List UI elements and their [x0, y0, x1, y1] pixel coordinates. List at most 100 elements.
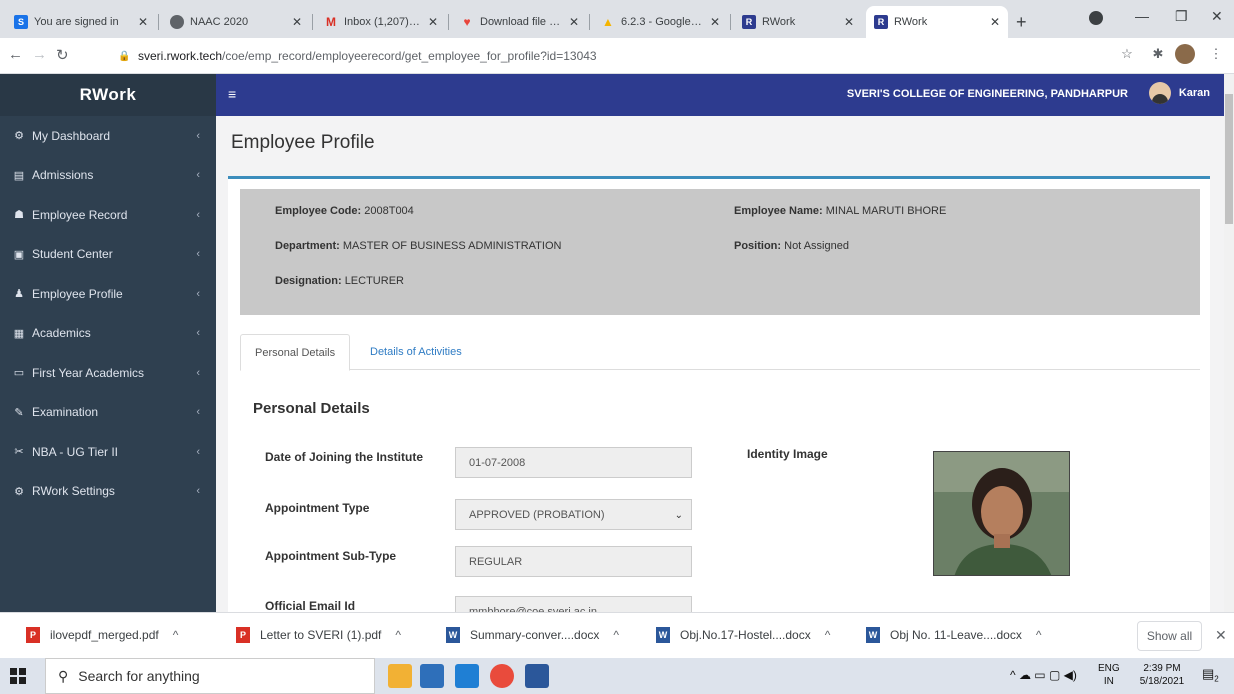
download-item[interactable]: Pilovepdf_merged.pdf ^ [26, 627, 178, 643]
chevron-left-icon: ‹ [196, 445, 200, 458]
download-item[interactable]: W Obj.No.17-Hostel....docx ^ [656, 627, 830, 643]
close-icon[interactable]: ✕ [428, 15, 438, 29]
chrome-icon[interactable] [490, 664, 514, 688]
browser-tab[interactable]: R RWork ✕ [734, 6, 862, 38]
tab-details-of-activities[interactable]: Details of Activities [356, 334, 476, 371]
clock[interactable]: 2:39 PM 5/18/2021 [1136, 662, 1188, 688]
browser-tab[interactable]: NAAC 2020 ✕ [162, 6, 310, 38]
sidebar-item-rwork-settings[interactable]: ⚙ RWork Settings ‹ [0, 472, 216, 512]
appointment-type-select[interactable]: APPROVED (PROBATION) ⌄ [455, 499, 692, 530]
sidebar-item-student-center[interactable]: ▣ Student Center ‹ [0, 235, 216, 275]
chevron-down-icon: ⌄ [674, 510, 683, 521]
college-name: SVERI'S COLLEGE OF ENGINEERING, PANDHARP… [846, 88, 1128, 100]
forward-icon[interactable]: → [32, 46, 47, 63]
mail-icon[interactable] [455, 664, 479, 688]
drive-icon: ▲ [602, 15, 614, 29]
show-all-button[interactable]: Show all [1137, 621, 1202, 651]
downloads-bar: Pilovepdf_merged.pdf ^ P Letter to SVERI (… [0, 612, 1234, 658]
download-item[interactable]: W Obj No. 11-Leave....docx ^ [866, 627, 1042, 643]
window-close-icon[interactable]: ✕ [1211, 8, 1223, 25]
chevron-up-icon[interactable]: ^ [1036, 628, 1042, 642]
presentation-icon: ▭ [13, 367, 25, 380]
globe-icon [170, 15, 184, 29]
windows-start-icon[interactable] [10, 668, 26, 684]
close-icon[interactable]: ✕ [569, 15, 579, 29]
back-icon[interactable]: ← [8, 46, 23, 63]
users-icon: ☗ [14, 209, 24, 222]
file-explorer-icon[interactable] [388, 664, 412, 688]
browser-tab-active[interactable]: R RWork ✕ [866, 6, 1008, 38]
profile-menu-icon[interactable] [1089, 11, 1103, 25]
sidebar-item-first-year-academics[interactable]: ▭ First Year Academics ‹ [0, 353, 216, 393]
sidebar-item-admissions[interactable]: ▤ Admissions ‹ [0, 156, 216, 196]
minimize-icon[interactable]: — [1135, 8, 1149, 24]
official-email-label: Official Email Id [265, 599, 356, 612]
employee-name: Employee Name: MINAL MARUTI BHORE [734, 205, 947, 217]
restore-icon[interactable]: ❐ [1175, 8, 1188, 25]
user-menu[interactable]: Karan [1148, 82, 1210, 104]
close-icon[interactable]: ✕ [844, 15, 854, 29]
bookmark-star-icon[interactable]: ☆ [1117, 44, 1137, 64]
windows-taskbar: ⚲ Search for anything ^ ☁ ▭ ▢ ◀) ENG IN 2… [0, 658, 1234, 694]
download-item[interactable]: W Summary-conver....docx ^ [446, 627, 619, 643]
tab-personal-details[interactable]: Personal Details [240, 334, 351, 371]
hamburger-menu-icon[interactable]: ≡ [228, 86, 236, 102]
app-logo[interactable]: RWork [0, 74, 216, 116]
chevron-up-icon[interactable]: ^ [395, 628, 401, 642]
download-item[interactable]: P Letter to SVERI (1).pdf ^ [236, 627, 401, 643]
close-downloads-icon[interactable]: ✕ [1215, 627, 1227, 644]
chevron-up-icon[interactable]: ^ [613, 628, 619, 642]
sidebar-item-employee-record[interactable]: ☗ Employee Record ‹ [0, 195, 216, 235]
tray-icons[interactable]: ^ ☁ ▭ ▢ ◀) [1010, 669, 1077, 682]
store-icon[interactable] [420, 664, 444, 688]
language-indicator[interactable]: ENG IN [1098, 662, 1120, 688]
notification-icon[interactable]: ▤2 [1202, 667, 1219, 686]
browser-tab[interactable]: M Inbox (1,207) - m ✕ [316, 6, 446, 38]
reload-icon[interactable]: ↻ [56, 46, 69, 64]
profile-tabs: Personal Details Details of Activities [240, 334, 1200, 371]
appointment-subtype-field[interactable]: REGULAR [455, 546, 692, 577]
taskbar-search[interactable]: ⚲ Search for anything [45, 658, 375, 694]
sidebar-item-nba[interactable]: ✂ NBA - UG Tier II ‹ [0, 432, 216, 472]
browser-tab[interactable]: ▲ 6.2.3 - Google Dr ✕ [593, 6, 728, 38]
official-email-field[interactable]: mmbhore@coe.sveri.ac.in [455, 596, 692, 612]
tab-favicon-icon: S [14, 15, 28, 29]
chevron-left-icon: ‹ [196, 406, 200, 419]
url-field[interactable]: 🔒 sveri.rwork.tech/coe/emp_record/employ… [118, 46, 597, 66]
sidebar-item-employee-profile[interactable]: ♟ Employee Profile ‹ [0, 274, 216, 314]
word-icon[interactable] [525, 664, 549, 688]
new-tab-icon[interactable]: + [1016, 12, 1027, 33]
sidebar-item-academics[interactable]: ▦ Academics ‹ [0, 314, 216, 354]
word-file-icon: W [656, 627, 670, 643]
sidebar-item-dashboard[interactable]: ⚙ My Dashboard ‹ [0, 116, 216, 156]
employee-code: Employee Code: 2008T004 [275, 205, 414, 217]
page-title: Employee Profile [231, 132, 375, 153]
appointment-subtype-label: Appointment Sub-Type [265, 549, 397, 563]
chevron-up-icon[interactable]: ^ [825, 628, 831, 642]
page-scrollbar[interactable] [1224, 74, 1234, 612]
browser-tab[interactable]: ♥ Download file | iL ✕ [452, 6, 587, 38]
dashboard-icon: ⚙ [14, 130, 24, 143]
doj-field[interactable]: 01-07-2008 [455, 447, 692, 478]
close-icon[interactable]: ✕ [292, 15, 302, 29]
rwork-app: RWork ⚙ My Dashboard ‹ ▤ Admissions ‹ ☗ Emplo… [0, 74, 1224, 612]
rwork-favicon-icon: R [874, 15, 888, 29]
profile-avatar-icon[interactable] [1175, 44, 1195, 64]
identity-photo [933, 451, 1070, 576]
appointment-type-label: Appointment Type [265, 501, 370, 515]
close-icon[interactable]: ✕ [990, 15, 1000, 29]
chevron-left-icon: ‹ [196, 208, 200, 221]
extensions-icon[interactable]: ✱ [1148, 44, 1168, 64]
more-menu-icon[interactable]: ⋮ [1206, 44, 1226, 64]
browser-tab[interactable]: S You are signed in ✕ [6, 6, 156, 38]
magic-wand-icon: ✂ [14, 446, 24, 459]
profile-card: Employee Code: 2008T004 Employee Name: M… [228, 176, 1210, 612]
student-icon: ▣ [13, 248, 25, 261]
id-card-icon: ▤ [13, 169, 25, 182]
close-icon[interactable]: ✕ [710, 15, 720, 29]
section-title: Personal Details [253, 400, 370, 417]
identity-image-label: Identity Image [747, 447, 828, 461]
close-icon[interactable]: ✕ [138, 15, 148, 29]
sidebar-item-examination[interactable]: ✎ Examination ‹ [0, 393, 216, 433]
chevron-up-icon[interactable]: ^ [173, 628, 179, 642]
